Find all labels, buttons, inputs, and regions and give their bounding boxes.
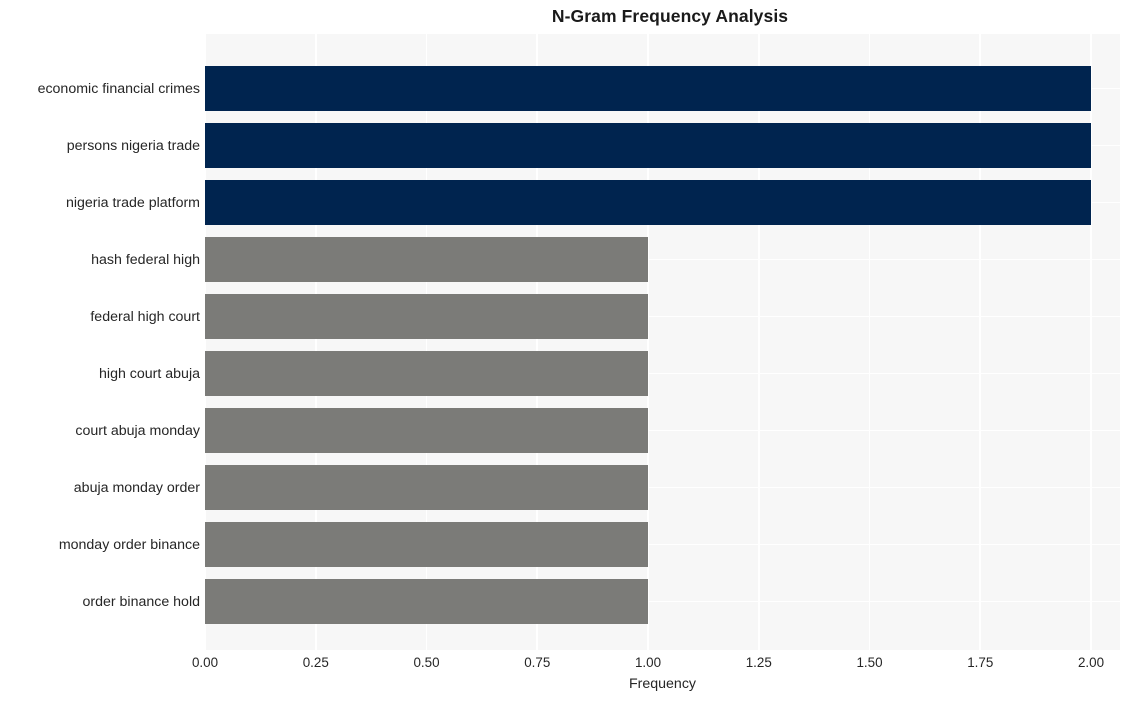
y-axis-tick-label: order binance hold	[82, 593, 200, 610]
x-axis-tick-label: 0.75	[524, 655, 551, 670]
bar[interactable]	[205, 123, 1091, 168]
chart-title: N-Gram Frequency Analysis	[551, 6, 789, 26]
y-axis-tick-label: federal high court	[90, 308, 200, 325]
y-axis-tick-label: nigeria trade platform	[65, 194, 200, 211]
bar[interactable]	[205, 237, 648, 282]
x-axis-tick-label: 1.00	[634, 655, 662, 670]
bar[interactable]	[205, 465, 648, 510]
y-axis-tick-label: persons nigeria trade	[66, 137, 200, 154]
bar[interactable]	[205, 579, 648, 624]
y-axis-tick-label: abuja monday order	[73, 479, 200, 496]
y-axis-tick-label: economic financial crimes	[37, 80, 200, 97]
bar[interactable]	[205, 180, 1091, 225]
x-axis-tick-label: 1.75	[967, 655, 994, 670]
x-axis-tick-label: 2.00	[1077, 655, 1105, 670]
y-axis-tick-label: hash federal high	[91, 251, 200, 268]
chart-figure: N-Gram Frequency Analysis economic finan…	[0, 0, 1145, 701]
x-axis-tick-label: 0.50	[413, 655, 440, 670]
plot-area	[204, 34, 1120, 650]
bar[interactable]	[205, 522, 648, 567]
y-axis-tick-label: monday order binance	[58, 536, 200, 553]
bar[interactable]	[205, 351, 648, 396]
x-axis-tick-label: 1.50	[856, 655, 883, 670]
y-axis-tick-label: high court abuja	[99, 365, 200, 382]
x-axis-tick-label: 0.00	[191, 655, 219, 670]
bar[interactable]	[205, 294, 648, 339]
x-axis-tick-label: 0.25	[302, 655, 329, 670]
bar[interactable]	[205, 408, 648, 453]
y-axis-tick-label: court abuja monday	[75, 422, 200, 439]
x-axis-label: Frequency	[628, 676, 697, 692]
bar[interactable]	[205, 66, 1091, 111]
x-axis-tick-label: 1.25	[745, 655, 772, 670]
